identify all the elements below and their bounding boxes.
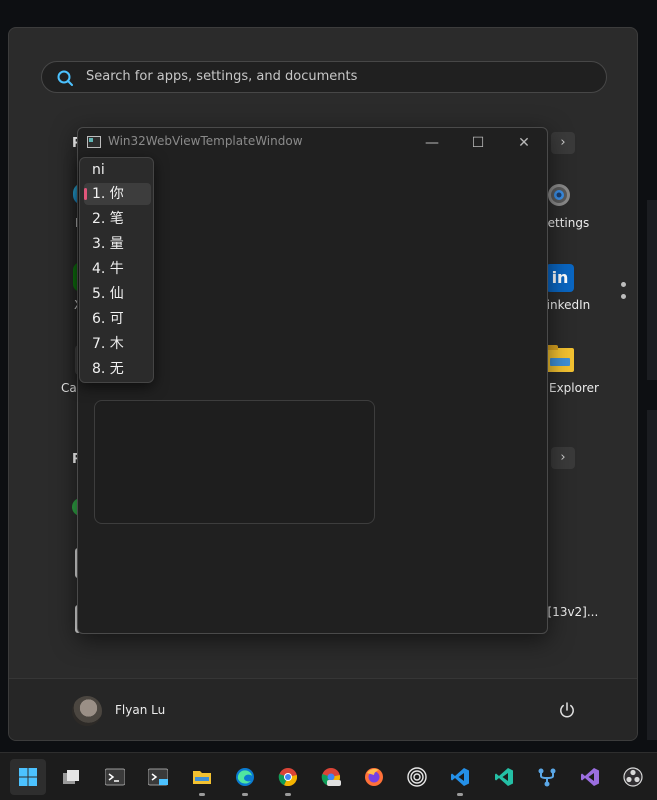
- ime-candidate[interactable]: 8. 无: [84, 358, 151, 380]
- minimize-button[interactable]: —: [409, 130, 455, 156]
- pinned-next-button[interactable]: ›: [551, 132, 575, 154]
- ime-candidate[interactable]: 6. 可: [84, 308, 151, 330]
- taskbar-git-tool[interactable]: [529, 759, 565, 795]
- terminal-preview-icon: [148, 768, 168, 786]
- ime-composition-text: ni: [92, 162, 105, 178]
- taskbar-visual-studio[interactable]: [572, 759, 608, 795]
- chrome-beta-icon: [321, 768, 341, 787]
- close-button[interactable]: ✕: [501, 130, 547, 156]
- windows-logo-icon: [19, 768, 37, 786]
- ime-candidate-window: ni 1. 你 2. 笔 3. 量 4. 牛 5. 仙 6. 可 7. 木 8.…: [79, 157, 154, 383]
- obs-icon: [623, 767, 643, 787]
- search-box[interactable]: Search for apps, settings, and documents: [41, 61, 607, 93]
- running-indicator: [285, 793, 291, 796]
- start-footer: Flyan Lu: [9, 678, 637, 740]
- visual-studio-icon: [581, 768, 599, 786]
- recommended-more-button[interactable]: ›: [551, 447, 575, 469]
- window-title: Win32WebViewTemplateWindow: [108, 134, 303, 148]
- linkedin-icon[interactable]: in: [546, 264, 574, 292]
- taskbar-terminal-preview[interactable]: [140, 759, 176, 795]
- running-indicator: [457, 793, 463, 796]
- edge-icon: [236, 768, 254, 786]
- taskbar: [0, 752, 657, 800]
- taskbar-firefox[interactable]: [356, 759, 392, 795]
- search-input[interactable]: Search for apps, settings, and documents: [86, 62, 357, 92]
- folder-icon: [193, 771, 211, 784]
- desktop: Search for apps, settings, and documents…: [0, 0, 657, 800]
- ime-candidate[interactable]: 4. 牛: [84, 258, 151, 280]
- ime-candidate[interactable]: 3. 量: [84, 233, 151, 255]
- taskbar-start[interactable]: [10, 759, 46, 795]
- running-indicator: [199, 793, 205, 796]
- rings-icon: [407, 767, 427, 787]
- vscode-icon: [451, 768, 469, 786]
- taskbar-terminal[interactable]: [97, 759, 133, 795]
- window-app-icon: [87, 136, 101, 148]
- vscode-insiders-icon: [495, 768, 513, 786]
- fork-icon: [538, 768, 556, 787]
- running-indicator: [242, 793, 248, 796]
- ime-candidate[interactable]: 7. 木: [84, 333, 151, 355]
- taskbar-vscode-insiders[interactable]: [486, 759, 522, 795]
- file-explorer-icon[interactable]: [546, 345, 574, 372]
- taskbar-app-rings[interactable]: [399, 759, 435, 795]
- ime-candidate[interactable]: 2. 笔: [84, 208, 151, 230]
- power-icon[interactable]: [558, 701, 576, 719]
- user-name[interactable]: Flyan Lu: [115, 703, 165, 717]
- task-view-icon: [63, 770, 79, 784]
- avatar[interactable]: [72, 696, 102, 726]
- text-input-area[interactable]: [94, 400, 375, 524]
- ime-candidate[interactable]: 5. 仙: [84, 283, 151, 305]
- taskbar-chrome[interactable]: [270, 759, 306, 795]
- background-window-edge: [647, 200, 657, 380]
- taskbar-vscode[interactable]: [442, 759, 478, 795]
- page-indicator-dot[interactable]: [621, 294, 626, 299]
- taskbar-chrome-beta[interactable]: [313, 759, 349, 795]
- chrome-icon: [278, 768, 298, 787]
- background-window-edge: [647, 410, 657, 740]
- settings-icon[interactable]: [544, 180, 574, 210]
- page-indicator-dot[interactable]: [621, 282, 626, 287]
- firefox-icon: [365, 768, 383, 786]
- taskbar-obs[interactable]: [615, 759, 651, 795]
- taskbar-edge[interactable]: [227, 759, 263, 795]
- search-icon: [57, 70, 73, 86]
- terminal-icon: [105, 768, 125, 786]
- ime-candidate[interactable]: 1. 你: [84, 183, 151, 205]
- pinned-app-label: Explorer: [549, 381, 599, 395]
- taskbar-file-explorer[interactable]: [184, 759, 220, 795]
- maximize-button[interactable]: ☐: [455, 130, 501, 156]
- taskbar-task-view[interactable]: [53, 759, 89, 795]
